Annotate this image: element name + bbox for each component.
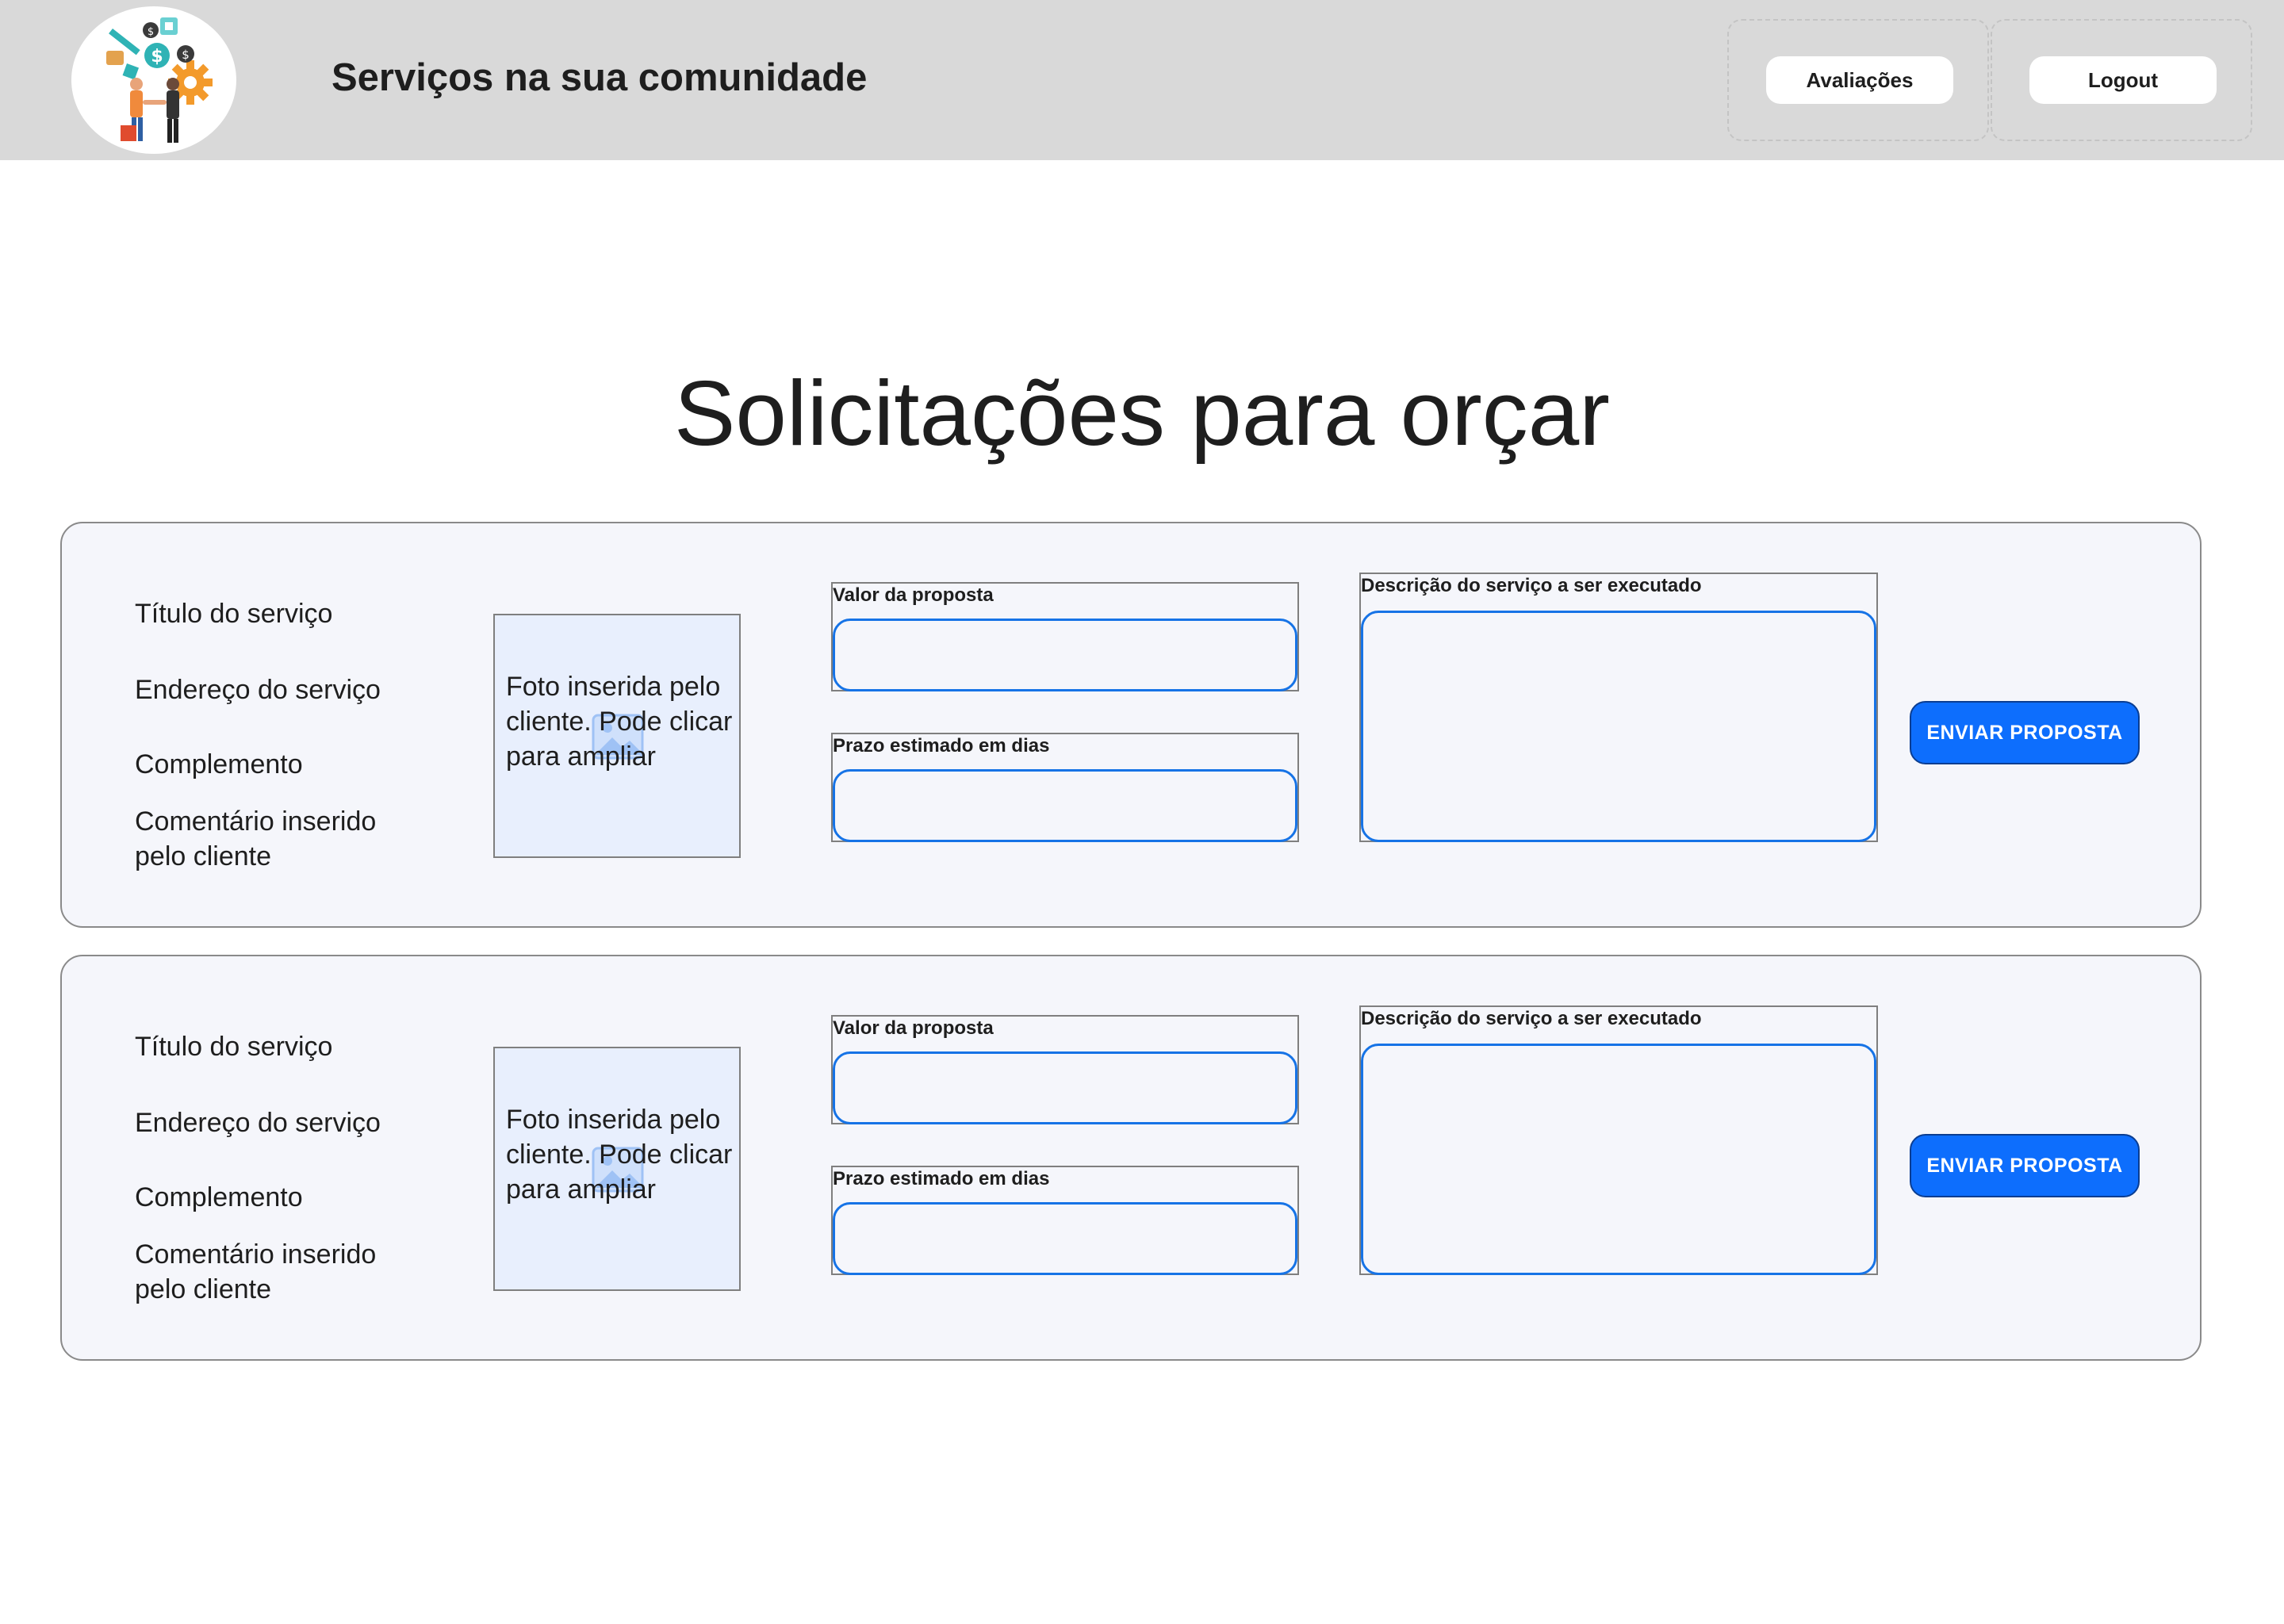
quote-request-card: Título do serviço Endereço do serviço Co… [60, 955, 2202, 1361]
client-photo[interactable]: Foto inserida pelo cliente. Pode clicar … [493, 614, 741, 858]
photo-caption: Foto inserida pelo cliente. Pode clicar … [506, 1105, 733, 1205]
svg-text:$: $ [151, 47, 163, 67]
send-proposal-button[interactable]: ENVIAR PROPOSTA [1910, 701, 2140, 764]
description-label: Descrição do serviço a ser executado [1361, 575, 1702, 596]
client-photo[interactable]: Foto inserida pelo cliente. Pode clicar … [493, 1047, 741, 1291]
service-title: Título do serviço [135, 1032, 333, 1062]
logout-button[interactable]: Logout [2029, 56, 2217, 104]
send-proposal-button[interactable]: ENVIAR PROPOSTA [1910, 1134, 2140, 1197]
handshake-services-logo-icon: $ $ $ [106, 17, 213, 143]
client-comment: Comentário inserido pelo cliente [135, 806, 377, 871]
reviews-button[interactable]: Avaliações [1766, 56, 1953, 104]
description-field: Descrição do serviço a ser executado [1359, 1005, 1878, 1275]
deadline-field: Prazo estimado em dias [831, 733, 1299, 842]
service-address: Endereço do serviço [135, 675, 381, 705]
description-field: Descrição do serviço a ser executado [1359, 573, 1878, 842]
service-title: Título do serviço [135, 599, 333, 629]
proposal-value-input[interactable] [833, 619, 1297, 691]
photo-caption: Foto inserida pelo cliente. Pode clicar … [506, 672, 733, 772]
quote-request-card: Título do serviço Endereço do serviço Co… [60, 522, 2202, 928]
app-logo[interactable]: $ $ $ [71, 6, 236, 154]
service-complement: Complemento [135, 1182, 303, 1212]
service-complement: Complemento [135, 749, 303, 779]
deadline-field: Prazo estimado em dias [831, 1166, 1299, 1275]
proposal-value-field: Valor da proposta [831, 1015, 1299, 1124]
page-title: Solicitações para orçar [674, 361, 1610, 465]
proposal-value-field: Valor da proposta [831, 582, 1299, 691]
proposal-value-label: Valor da proposta [833, 584, 994, 606]
description-input[interactable] [1361, 611, 1876, 842]
description-label: Descrição do serviço a ser executado [1361, 1008, 1702, 1029]
proposal-value-input[interactable] [833, 1051, 1297, 1124]
deadline-label: Prazo estimado em dias [833, 735, 1050, 756]
deadline-input[interactable] [833, 769, 1297, 842]
service-address: Endereço do serviço [135, 1108, 381, 1138]
app-title: Serviços na sua comunidade [331, 56, 868, 99]
top-bar: $ $ $ Serviços na sua comunidade Avaliaç… [0, 0, 2284, 160]
deadline-input[interactable] [833, 1202, 1297, 1275]
description-input[interactable] [1361, 1044, 1876, 1275]
client-comment: Comentário inserido pelo cliente [135, 1239, 377, 1304]
svg-text:$: $ [182, 48, 190, 62]
svg-text:$: $ [148, 26, 154, 38]
proposal-value-label: Valor da proposta [833, 1017, 994, 1039]
deadline-label: Prazo estimado em dias [833, 1168, 1050, 1189]
